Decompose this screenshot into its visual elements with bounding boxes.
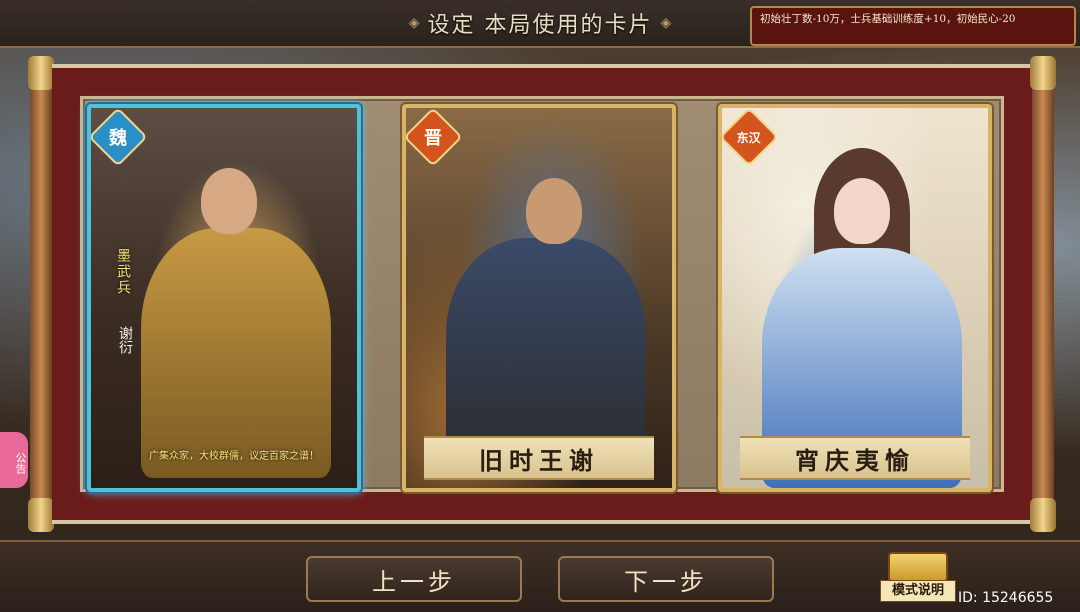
card-3-artwork [722,108,988,488]
title-plate: ◈ 设定 本局使用的卡片 ◈ [390,6,690,40]
card-2[interactable]: 晋 旧时王谢 [402,104,676,492]
prev-step-button[interactable]: 上一步 [306,556,522,602]
card-1-signature: 谢衍 [117,326,133,354]
card-3[interactable]: 东汉 宵庆夷愉 [718,104,992,492]
mode-help-label: 模式说明 [880,580,956,602]
user-id: ID: 15246655 [958,590,1054,606]
faction-badge-text: 晋 [424,128,442,149]
card-1-artwork [91,108,357,488]
scroll-rod-left [28,56,54,532]
scroll-rod-right [1030,56,1056,532]
card-1[interactable]: 魏 墨武兵 谢衍 广集众家，大校群儒，议定百家之谱！ [87,104,361,492]
card-1-side-label: 墨武兵 [115,248,131,296]
title-ornament-right-icon: ◈ [660,15,672,31]
mode-info-box: 初始壮丁数-10万，士兵基础训练度+10，初始民心-20 [750,6,1076,46]
top-bar: ◈ 设定 本局使用的卡片 ◈ 初始壮丁数-10万，士兵基础训练度+10，初始民心… [0,0,1080,48]
scroll-icon [888,552,948,582]
card-3-name-plate: 宵庆夷愉 [740,436,970,480]
card-1-figure-head [201,168,257,234]
mode-help-button[interactable]: 模式说明 [880,552,956,604]
card-3-figure-head [834,178,890,244]
card-2-name-plate: 旧时王谢 [424,436,654,480]
card-3-name: 宵庆夷愉 [795,445,915,475]
next-step-button[interactable]: 下一步 [558,556,774,602]
title-ornament-left-icon: ◈ [408,15,420,31]
card-1-quote: 广集众家，大校群儒，议定百家之谱！ [149,451,319,462]
card-1-figure-body [141,228,331,478]
page-title: 设定 本局使用的卡片 [427,13,653,38]
faction-badge-text: 东汉 [736,130,762,145]
faction-badge-text: 魏 [109,128,127,149]
card-2-figure-head [526,178,582,244]
card-2-artwork [406,108,672,488]
notice-tab[interactable]: 公告 [0,432,28,488]
card-2-name: 旧时王谢 [479,445,599,475]
